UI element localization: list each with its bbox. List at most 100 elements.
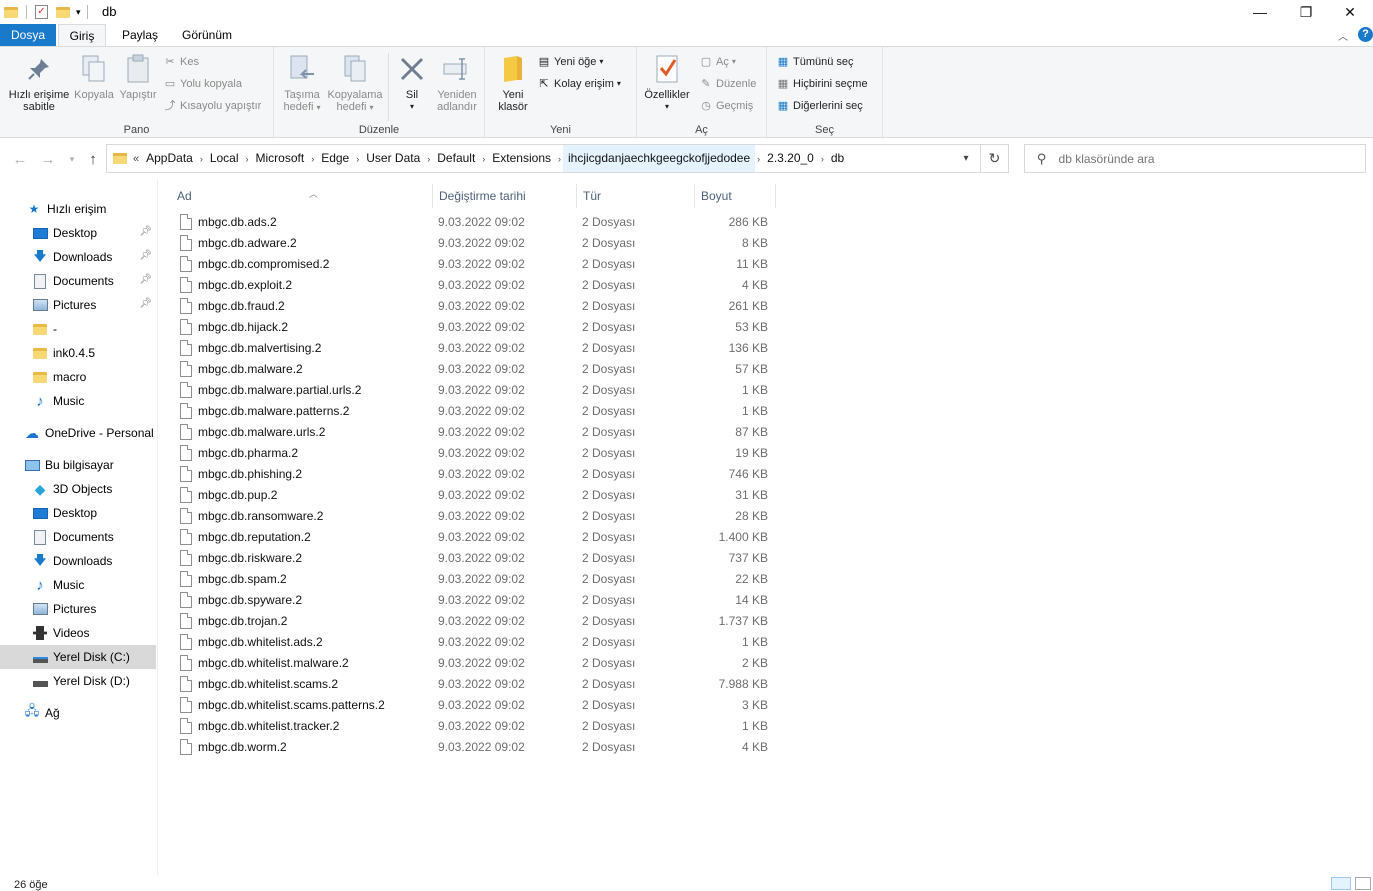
table-row[interactable]: mbgc.db.adware.2 9.03.2022 09:02 2 Dosyası… — [175, 233, 775, 254]
table-row[interactable]: mbgc.db.worm.2 9.03.2022 09:02 2 Dosyası 4 … — [175, 737, 775, 758]
sidebar-item-downloads[interactable]: 🡇 Downloads 📌︎ — [0, 245, 156, 269]
table-row[interactable]: mbgc.db.whitelist.malware.2 9.03.2022 09:… — [175, 653, 775, 674]
tab-paylas[interactable]: Paylaş — [112, 24, 168, 46]
chevron-right-icon[interactable]: › — [198, 154, 205, 164]
table-row[interactable]: mbgc.db.exploit.2 9.03.2022 09:02 2 Dosyas… — [175, 275, 775, 296]
sidebar-item-documents[interactable]: Documents 📌︎ — [0, 269, 156, 293]
chevron-right-icon[interactable]: › — [556, 154, 563, 164]
breadcrumb-local[interactable]: Local — [205, 145, 244, 172]
table-row[interactable]: mbgc.db.whitelist.scams.patterns.2 9.03.2… — [175, 695, 775, 716]
select-none-button[interactable]: ▦ Hiçbirini seçme — [776, 75, 868, 93]
breadcrumb-default[interactable]: Default — [432, 145, 480, 172]
column-header-name[interactable]: Ad ︿ — [171, 184, 433, 208]
help-icon[interactable]: ? — [1358, 27, 1373, 42]
table-row[interactable]: mbgc.db.whitelist.scams.2 9.03.2022 09:02… — [175, 674, 775, 695]
chevron-right-icon[interactable]: › — [309, 154, 316, 164]
sidebar-item-ink[interactable]: ink0.4.5 — [0, 341, 156, 365]
breadcrumb-db[interactable]: db — [826, 145, 849, 172]
sidebar-item-pc-downloads[interactable]: 🡇 Downloads — [0, 549, 156, 573]
history-button[interactable]: ◷ Geçmiş — [699, 97, 753, 115]
pin-quick-access-button[interactable]: Hızlı erişime sabitle — [6, 53, 72, 113]
recent-locations-chevron-icon[interactable]: ▾ — [62, 147, 82, 171]
column-header-size[interactable]: Boyut — [695, 184, 776, 208]
delete-button[interactable]: Sil ▾ — [392, 53, 432, 113]
tab-dosya[interactable]: Dosya — [0, 24, 56, 46]
address-bar[interactable]: « AppData › Local › Microsoft › Edge › User … — [106, 144, 1009, 173]
forward-arrow-icon[interactable]: → — [38, 147, 58, 171]
sidebar-item-macro[interactable]: macro — [0, 365, 156, 389]
refresh-icon[interactable]: ↻ — [980, 145, 1008, 172]
edit-button[interactable]: ✎ Düzenle — [699, 75, 756, 93]
sidebar-item-music[interactable]: ♪ Music — [0, 389, 156, 413]
sidebar-item-pc-pictures[interactable]: Pictures — [0, 597, 156, 621]
sidebar-item-network[interactable]: 🖧 Ağ — [0, 701, 156, 725]
sidebar-item-disk-d[interactable]: Yerel Disk (D:) — [0, 669, 156, 693]
chevron-right-icon[interactable]: › — [480, 154, 487, 164]
address-dropdown-icon[interactable]: ▾ — [952, 145, 980, 172]
back-arrow-icon[interactable]: ← — [10, 147, 30, 171]
breadcrumb-version[interactable]: 2.3.20_0 — [762, 145, 819, 172]
large-icons-view-icon[interactable] — [1355, 877, 1371, 890]
cut-button[interactable]: ✂ Kes — [163, 53, 199, 71]
table-row[interactable]: mbgc.db.whitelist.ads.2 9.03.2022 09:02 2 … — [175, 632, 775, 653]
table-row[interactable]: mbgc.db.reputation.2 9.03.2022 09:02 2 Dos… — [175, 527, 775, 548]
breadcrumb-edge[interactable]: Edge — [316, 145, 354, 172]
search-input[interactable] — [1058, 151, 1339, 166]
invert-selection-button[interactable]: ▦ Diğerlerini seç — [776, 97, 863, 115]
chevron-right-icon[interactable]: › — [819, 154, 826, 164]
sidebar-item-videos[interactable]: Videos — [0, 621, 156, 645]
properties-icon[interactable]: ✓ — [35, 5, 48, 19]
close-button[interactable]: ✕ — [1327, 0, 1373, 24]
breadcrumb-extensions[interactable]: Extensions — [487, 145, 556, 172]
table-row[interactable]: mbgc.db.spyware.2 9.03.2022 09:02 2 Dosyas… — [175, 590, 775, 611]
chevron-right-icon[interactable]: › — [425, 154, 432, 164]
copy-path-button[interactable]: ▭ Yolu kopyala — [163, 75, 242, 93]
breadcrumb-user-data[interactable]: User Data — [361, 145, 425, 172]
paste-shortcut-button[interactable]: ⤴ Kısayolu yapıştır — [163, 97, 262, 115]
table-row[interactable]: mbgc.db.malware.urls.2 9.03.2022 09:02 2 D… — [175, 422, 775, 443]
sidebar-item-quick-access[interactable]: ★ Hızlı erişim — [0, 197, 156, 221]
sidebar-item-this-pc[interactable]: Bu bilgisayar — [0, 453, 156, 477]
breadcrumb-microsoft[interactable]: Microsoft — [251, 145, 310, 172]
sidebar-item-pictures[interactable]: Pictures 📌︎ — [0, 293, 156, 317]
table-row[interactable]: mbgc.db.fraud.2 9.03.2022 09:02 2 Dosyası 2… — [175, 296, 775, 317]
table-row[interactable]: mbgc.db.hijack.2 9.03.2022 09:02 2 Dosyası… — [175, 317, 775, 338]
new-item-button[interactable]: ▤ Yeni öğe ▾ — [537, 53, 604, 71]
sidebar-item-pc-desktop[interactable]: Desktop — [0, 501, 156, 525]
sidebar-item-pc-documents[interactable]: Documents — [0, 525, 156, 549]
table-row[interactable]: mbgc.db.malvertising.2 9.03.2022 09:02 2 D… — [175, 338, 775, 359]
customize-toolbar-icon[interactable]: ▾ — [76, 7, 81, 18]
table-row[interactable]: mbgc.db.ransomware.2 9.03.2022 09:02 2 Dos… — [175, 506, 775, 527]
tab-giris[interactable]: Giriş — [58, 24, 106, 46]
table-row[interactable]: mbgc.db.compromised.2 9.03.2022 09:02 2 Do… — [175, 254, 775, 275]
table-row[interactable]: mbgc.db.phishing.2 9.03.2022 09:02 2 Dosya… — [175, 464, 775, 485]
sidebar-item-disk-c[interactable]: Yerel Disk (C:) — [0, 645, 156, 669]
column-header-type[interactable]: Tür — [577, 184, 695, 208]
rename-button[interactable]: Yeniden adlandır — [432, 53, 482, 113]
table-row[interactable]: mbgc.db.malware.2 9.03.2022 09:02 2 Dosyas… — [175, 359, 775, 380]
table-row[interactable]: mbgc.db.spam.2 9.03.2022 09:02 2 Dosyası 22… — [175, 569, 775, 590]
move-to-button[interactable]: Taşıma hedefi ▾ — [278, 53, 326, 114]
table-row[interactable]: mbgc.db.pup.2 9.03.2022 09:02 2 Dosyası 31 … — [175, 485, 775, 506]
table-row[interactable]: mbgc.db.ads.2 9.03.2022 09:02 2 Dosyası 286… — [175, 212, 775, 233]
new-folder-button[interactable]: Yeni klasör — [491, 53, 535, 113]
details-view-icon[interactable] — [1331, 877, 1351, 890]
easy-access-button[interactable]: ⇱ Kolay erişim ▾ — [537, 75, 621, 93]
table-row[interactable]: mbgc.db.pharma.2 9.03.2022 09:02 2 Dosyası… — [175, 443, 775, 464]
paste-button[interactable]: Yapıştır — [116, 53, 160, 101]
table-row[interactable]: mbgc.db.trojan.2 9.03.2022 09:02 2 Dosyası… — [175, 611, 775, 632]
overflow-chevron[interactable]: « — [131, 153, 141, 165]
sidebar-item-pc-music[interactable]: ♪ Music — [0, 573, 156, 597]
search-box[interactable]: ⚲ — [1024, 144, 1366, 173]
minimize-button[interactable]: — — [1237, 0, 1283, 24]
sidebar-item-dash-folder[interactable]: - — [0, 317, 156, 341]
copy-to-button[interactable]: Kopyalama hedefi ▾ — [326, 53, 384, 114]
maximize-button[interactable]: ❐ — [1283, 0, 1329, 24]
breadcrumb-appdata[interactable]: AppData — [141, 145, 198, 172]
new-folder-icon[interactable] — [56, 6, 70, 18]
table-row[interactable]: mbgc.db.malware.partial.urls.2 9.03.2022 … — [175, 380, 775, 401]
sidebar-item-desktop[interactable]: Desktop 📌︎ — [0, 221, 156, 245]
chevron-right-icon[interactable]: › — [244, 154, 251, 164]
select-all-button[interactable]: ▦ Tümünü seç — [776, 53, 854, 71]
copy-button[interactable]: Kopyala — [72, 53, 116, 101]
